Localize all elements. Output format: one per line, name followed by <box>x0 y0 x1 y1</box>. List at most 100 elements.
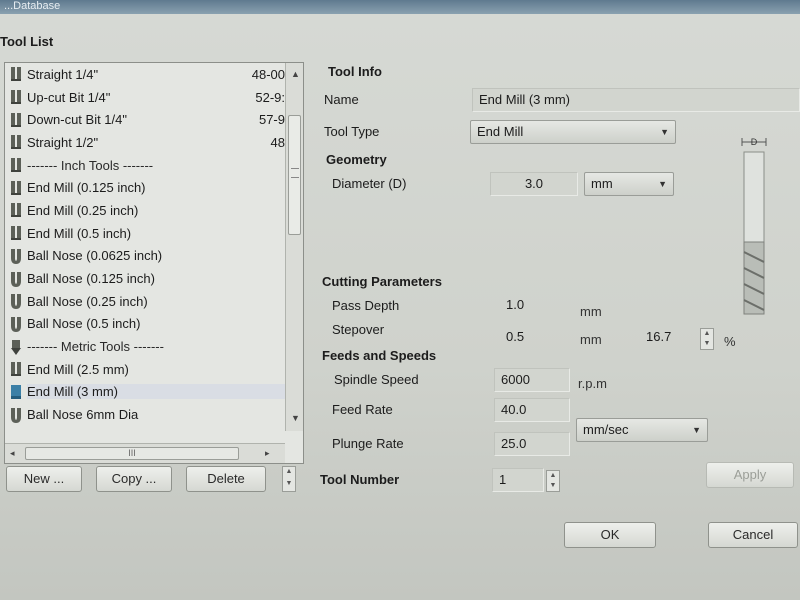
straight-bit-icon <box>9 202 23 218</box>
increase-arrow-icon[interactable]: ▲ <box>547 471 559 481</box>
delete-tool-button[interactable]: Delete <box>186 466 266 492</box>
geometry-heading: Geometry <box>326 152 387 167</box>
straight-bit-icon <box>9 157 23 173</box>
tool-name-input[interactable]: End Mill (3 mm) <box>472 88 800 112</box>
list-item[interactable]: ------- Inch Tools ------- <box>5 154 285 177</box>
list-item-label: ------- Inch Tools ------- <box>27 157 154 173</box>
ball-nose-icon <box>9 271 23 287</box>
name-label: Name <box>324 92 359 107</box>
copy-tool-button[interactable]: Copy ... <box>96 466 172 492</box>
list-item-label: Ball Nose (0.0625 inch) <box>27 248 163 264</box>
scroll-up-arrow-icon[interactable]: ▲ <box>291 69 300 79</box>
stepover-percent-input[interactable]: 16.7 <box>640 326 696 350</box>
ball-nose-icon <box>9 407 23 423</box>
feeds-and-speeds-heading: Feeds and Speeds <box>322 348 437 363</box>
list-item[interactable]: Up-cut Bit 1/4" 52-9: <box>5 86 285 109</box>
diameter-unit-value: mm <box>591 176 613 191</box>
ball-nose-icon <box>9 316 23 332</box>
feed-rate-label: Feed Rate <box>332 402 393 417</box>
diameter-unit-dropdown[interactable]: mm ▼ <box>584 172 674 196</box>
scroll-down-arrow-icon[interactable]: ▼ <box>291 413 300 423</box>
list-item-label: Ball Nose (0.5 inch) <box>27 316 141 332</box>
list-item-label: End Mill (0.25 inch) <box>27 202 139 218</box>
list-item[interactable]: ------- Metric Tools ------- <box>5 335 285 358</box>
list-item[interactable]: End Mill (2.5 mm) <box>5 358 285 381</box>
spindle-speed-input[interactable]: 6000 <box>494 368 570 392</box>
feed-rate-input[interactable]: 40.0 <box>494 398 570 422</box>
straight-bit-icon <box>9 66 23 82</box>
straight-bit-icon <box>9 225 23 241</box>
percent-sign: % <box>724 334 736 349</box>
straight-bit-icon <box>9 180 23 196</box>
tool-type-value: End Mill <box>477 124 524 139</box>
list-item[interactable]: Ball Nose (0.25 inch) <box>5 290 285 313</box>
scroll-grip-icon: III <box>128 448 136 458</box>
stepover-input[interactable]: 0.5 <box>500 326 570 350</box>
straight-bit-icon <box>9 134 23 150</box>
plunge-rate-input[interactable]: 25.0 <box>494 432 570 456</box>
list-item[interactable]: Straight 1/2" 48 <box>5 131 285 154</box>
list-item[interactable]: Straight 1/4" 48-00 <box>5 63 285 86</box>
decrease-arrow-icon[interactable]: ▼ <box>701 339 713 349</box>
spindle-speed-label: Spindle Speed <box>334 372 419 387</box>
tool-type-label: Tool Type <box>324 124 380 139</box>
tool-type-dropdown[interactable]: End Mill ▼ <box>470 120 676 144</box>
move-down-arrow-icon[interactable]: ▼ <box>283 479 295 491</box>
list-item[interactable]: End Mill (0.25 inch) <box>5 199 285 222</box>
tool-list-items: Straight 1/4" 48-00 Up-cut Bit 1/4" 52-9: Do… <box>5 63 285 431</box>
tool-number-input[interactable]: 1 <box>492 468 544 492</box>
scroll-left-arrow-icon[interactable]: ◂ <box>10 448 15 459</box>
ball-nose-icon <box>9 248 23 264</box>
list-item[interactable]: Down-cut Bit 1/4" 57-9 <box>5 108 285 131</box>
spindle-speed-unit: r.p.m <box>578 376 607 391</box>
scroll-right-arrow-icon[interactable]: ▸ <box>265 448 270 459</box>
straight-bit-icon <box>9 112 23 128</box>
stepover-percent-spinner[interactable]: ▲ ▼ <box>700 328 714 350</box>
straight-bit-icon <box>9 361 23 377</box>
decrease-arrow-icon[interactable]: ▼ <box>547 481 559 491</box>
increase-arrow-icon[interactable]: ▲ <box>701 329 713 339</box>
tool-list-horizontal-scrollbar[interactable]: ◂ III ▸ <box>5 443 285 463</box>
tool-number-label: Tool Number <box>320 472 400 487</box>
vertical-scroll-thumb[interactable] <box>288 115 301 235</box>
list-reorder-spinner[interactable]: ▲ ▼ <box>282 466 296 492</box>
new-tool-button[interactable]: New ... <box>6 466 82 492</box>
list-item-tool-number: 52-9: <box>255 89 285 105</box>
stepover-unit: mm <box>580 332 602 347</box>
tool-list-vertical-scrollbar[interactable]: ▲ ▼ <box>285 63 303 431</box>
diameter-input[interactable]: 3.0 <box>490 172 578 196</box>
list-item-label: End Mill (3 mm) <box>27 384 285 400</box>
list-item[interactable]: End Mill (0.5 inch) <box>5 222 285 245</box>
move-up-arrow-icon[interactable]: ▲ <box>283 467 295 479</box>
tool-number-spinner[interactable]: ▲ ▼ <box>546 470 560 492</box>
apply-button[interactable]: Apply <box>706 462 794 488</box>
rate-unit-dropdown[interactable]: mm/sec ▼ <box>576 418 708 442</box>
tool-database-dialog: Tool List Straight 1/4" 48-00 Up-cut Bit 1… <box>0 14 800 600</box>
cancel-button[interactable]: Cancel <box>708 522 798 548</box>
list-item[interactable]: Ball Nose (0.5 inch) <box>5 313 285 336</box>
tool-list[interactable]: Straight 1/4" 48-00 Up-cut Bit 1/4" 52-9: Do… <box>4 62 304 464</box>
list-item[interactable]: End Mill (3 mm) <box>5 381 285 404</box>
pass-depth-unit: mm <box>580 304 602 319</box>
list-item[interactable]: Ball Nose (0.125 inch) <box>5 267 285 290</box>
list-item[interactable]: End Mill (0.125 inch) <box>5 176 285 199</box>
cutting-parameters-heading: Cutting Parameters <box>322 274 442 289</box>
dimension-label: D <box>751 137 758 147</box>
window-title: ...Database <box>4 0 61 12</box>
list-item-tool-number: 48-00 <box>251 66 285 82</box>
ok-button[interactable]: OK <box>564 522 656 548</box>
chevron-down-icon: ▼ <box>692 425 701 435</box>
rate-unit-value: mm/sec <box>583 422 629 437</box>
tool-preview-image: D <box>741 137 767 315</box>
horizontal-scroll-thumb[interactable]: III <box>25 447 239 460</box>
pass-depth-input[interactable]: 1.0 <box>500 294 570 318</box>
diameter-label: Diameter (D) <box>332 176 407 191</box>
plunge-rate-label: Plunge Rate <box>332 436 404 451</box>
list-item-label: Ball Nose (0.25 inch) <box>27 293 148 309</box>
list-item[interactable]: Ball Nose 6mm Dia <box>5 403 285 426</box>
list-item-label: Ball Nose 6mm Dia <box>27 407 139 423</box>
straight-bit-icon <box>9 89 23 105</box>
list-item[interactable]: Ball Nose (0.0625 inch) <box>5 245 285 268</box>
chevron-down-icon: ▼ <box>660 127 669 137</box>
tool-info-heading: Tool Info <box>328 64 382 79</box>
